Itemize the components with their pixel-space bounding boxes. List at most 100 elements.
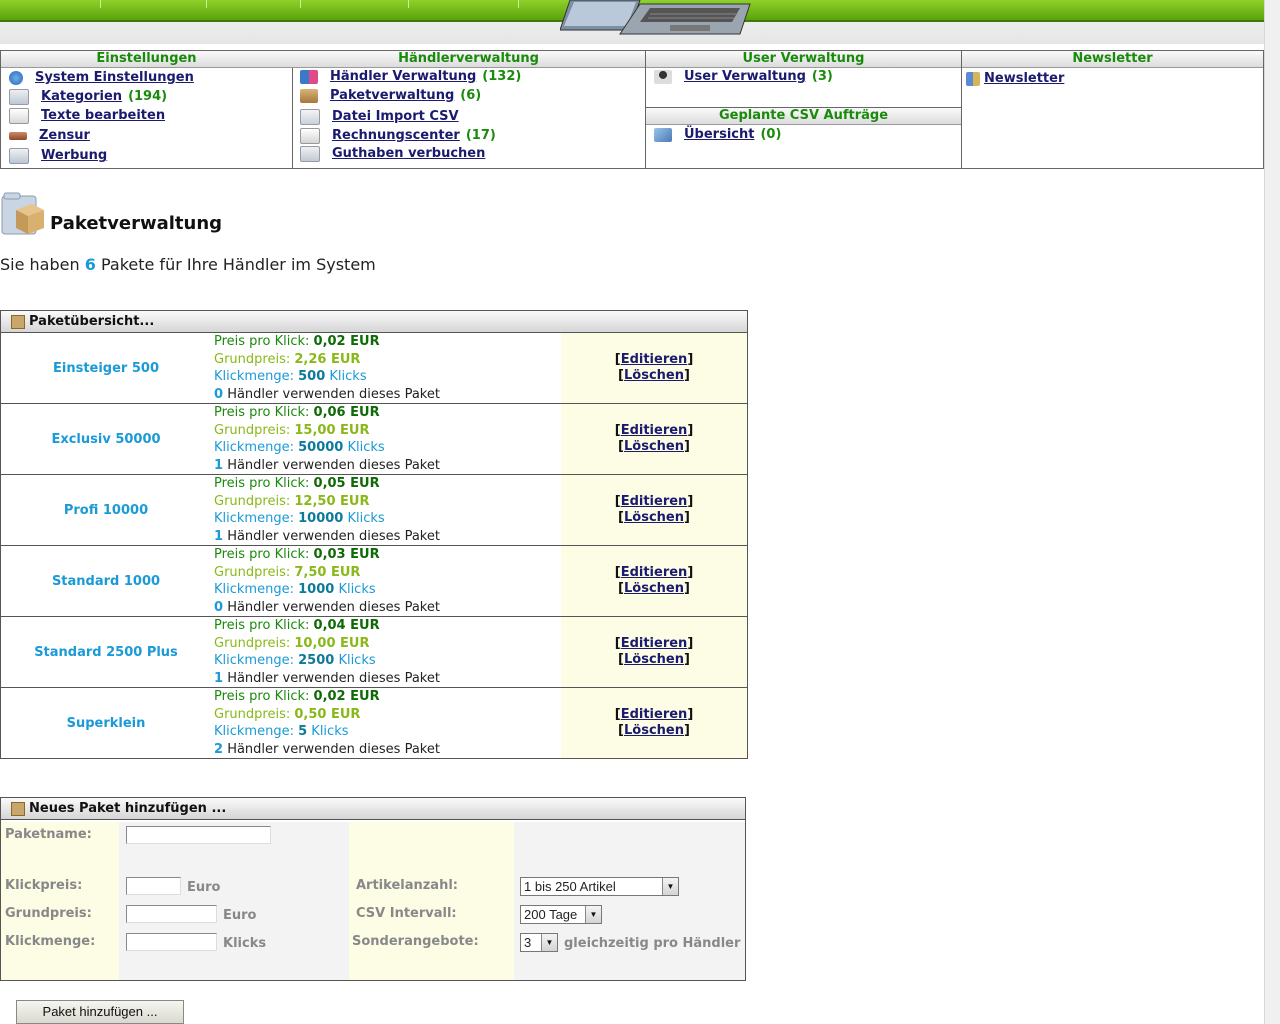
menu-item-zensur[interactable]: Zensur [9, 127, 90, 145]
price-per-click-line: Preis pro Klick: 0,03 EUR [214, 546, 440, 564]
uebersicht-link[interactable]: Übersicht [684, 126, 754, 144]
delete-link[interactable]: Löschen [624, 581, 684, 596]
package-details: Preis pro Klick: 0,03 EUR Grundpreis: 7,5… [214, 546, 440, 616]
rechnungscenter-link[interactable]: Rechnungscenter [332, 127, 460, 145]
artikelanzahl-value: 1 bis 250 Artikel [524, 879, 616, 894]
nav-tab-3[interactable] [206, 0, 301, 8]
package-actions: [Editieren] [Löschen] [561, 546, 747, 616]
grundpreis-label: Grundpreis: [5, 906, 92, 921]
menu-item-user-verwaltung[interactable]: User Verwaltung (3) [654, 68, 833, 86]
klickmenge-input[interactable] [126, 933, 217, 951]
price-per-click-line: Preis pro Klick: 0,02 EUR [214, 333, 440, 351]
csv-intervall-label: CSV Intervall: [356, 906, 457, 921]
dealer-usage-count: 1 [214, 457, 224, 473]
sonderangebote-label: Sonderangebote: [352, 934, 479, 949]
add-package-button[interactable]: Paket hinzufügen ... [16, 1000, 184, 1024]
package-details: Preis pro Klick: 0,05 EUR Grundpreis: 12,… [214, 475, 440, 545]
dealer-usage-text: Händler verwenden dieses Paket [227, 386, 440, 402]
page-heading: Paketverwaltung [0, 186, 222, 236]
menu-item-guthaben[interactable]: Guthaben verbuchen [300, 145, 485, 163]
delete-action: [Löschen] [618, 723, 690, 738]
form-label-col-1 [1, 822, 119, 980]
price-per-click-label: Preis pro Klick: [214, 689, 310, 704]
uebersicht-count: (0) [760, 127, 782, 142]
dealer-usage-text: Händler verwenden dieses Paket [227, 457, 440, 473]
click-amount-line: Klickmenge: 10000 Klicks [214, 510, 440, 528]
paketverwaltung-link[interactable]: Paketverwaltung [330, 87, 454, 105]
edit-action: [Editieren] [614, 707, 694, 722]
edit-link[interactable]: Editieren [621, 707, 688, 722]
edit-link[interactable]: Editieren [621, 636, 688, 651]
menu-item-newsletter[interactable]: Newsletter [966, 70, 1064, 88]
guthaben-verbuchen-link[interactable]: Guthaben verbuchen [332, 145, 485, 163]
edit-link[interactable]: Editieren [621, 352, 688, 367]
base-price-label: Grundpreis: [214, 564, 291, 580]
menu-item-werbung[interactable]: Werbung [9, 147, 107, 165]
klickpreis-input[interactable] [126, 877, 181, 895]
chevron-down-icon[interactable]: ▼ [585, 906, 601, 923]
kategorien-link[interactable]: Kategorien [41, 88, 122, 106]
csv-intervall-select[interactable]: 200 Tage ▼ [520, 905, 602, 924]
package-details: Preis pro Klick: 0,02 EUR Grundpreis: 2,2… [214, 333, 440, 403]
dealer-usage-count: 0 [214, 599, 224, 615]
menu-item-csv-import[interactable]: Datei Import CSV [300, 108, 459, 126]
vertical-scrollbar[interactable] [1264, 0, 1280, 1024]
nav-tab-4[interactable] [300, 0, 409, 8]
clicks-unit: Klicks [347, 440, 385, 455]
texte-bearbeiten-link[interactable]: Texte bearbeiten [41, 107, 165, 125]
price-per-click-line: Preis pro Klick: 0,02 EUR [214, 688, 440, 706]
package-actions: [Editieren] [Löschen] [561, 333, 747, 403]
zensur-link[interactable]: Zensur [39, 127, 90, 145]
edit-action: [Editieren] [614, 423, 694, 438]
package-details: Preis pro Klick: 0,02 EUR Grundpreis: 0,5… [214, 688, 440, 758]
datei-import-csv-link[interactable]: Datei Import CSV [332, 108, 459, 126]
dealer-usage-line: 0 Händler verwenden dieses Paket [214, 599, 440, 617]
package-overview-table: Paketübersicht... Einsteiger 500 Preis pr… [0, 310, 748, 759]
menu-item-texte[interactable]: Texte bearbeiten [9, 107, 165, 125]
menu-item-uebersicht[interactable]: Übersicht (0) [654, 126, 781, 144]
menu-einstellungen-title: Einstellungen [1, 51, 292, 68]
delete-link[interactable]: Löschen [624, 652, 684, 667]
grundpreis-input[interactable] [126, 905, 217, 923]
chevron-down-icon[interactable]: ▼ [662, 878, 678, 895]
nav-tab-2[interactable] [100, 0, 207, 8]
nav-tab-5[interactable] [408, 0, 519, 8]
system-einstellungen-link[interactable]: System Einstellungen [35, 69, 194, 87]
dealer-usage-line: 1 Händler verwenden dieses Paket [214, 670, 440, 688]
menu-item-system-einstellungen[interactable]: System Einstellungen [9, 69, 194, 87]
new-package-header: Neues Paket hinzufügen ... [1, 798, 745, 820]
delete-link[interactable]: Löschen [624, 723, 684, 738]
package-name: Standard 2500 Plus [34, 644, 178, 660]
schedule-icon [654, 128, 672, 142]
dealer-usage-count: 1 [214, 670, 224, 686]
credit-icon [300, 146, 320, 162]
sonderangebote-select[interactable]: 3 ▼ [520, 933, 558, 952]
edit-link[interactable]: Editieren [621, 494, 688, 509]
click-amount-value: 5 [298, 724, 308, 739]
artikelanzahl-select[interactable]: 1 bis 250 Artikel ▼ [520, 877, 679, 896]
delete-link[interactable]: Löschen [624, 439, 684, 454]
laptop-logo-icon [560, 0, 751, 35]
haendler-verwaltung-link[interactable]: Händler Verwaltung [330, 68, 476, 86]
menu-item-rechnungscenter[interactable]: Rechnungscenter (17) [300, 127, 496, 145]
delete-link[interactable]: Löschen [624, 510, 684, 525]
nav-tab-1[interactable] [0, 0, 101, 8]
edit-link[interactable]: Editieren [621, 423, 688, 438]
chevron-down-icon[interactable]: ▼ [541, 934, 557, 951]
werbung-link[interactable]: Werbung [41, 147, 107, 165]
klickpreis-label: Klickpreis: [5, 878, 83, 893]
menu-item-kategorien[interactable]: Kategorien (194) [9, 88, 167, 106]
newsletter-link[interactable]: Newsletter [984, 70, 1064, 88]
menu-item-paketverwaltung[interactable]: Paketverwaltung (6) [300, 87, 481, 105]
edit-text-icon [9, 108, 29, 124]
click-amount-line: Klickmenge: 2500 Klicks [214, 652, 440, 670]
user-verwaltung-link[interactable]: User Verwaltung [684, 68, 806, 86]
base-price-value: 10,00 EUR [294, 635, 370, 651]
delete-link[interactable]: Löschen [624, 368, 684, 383]
edit-link[interactable]: Editieren [621, 565, 688, 580]
form-input-col-2 [514, 822, 745, 980]
menu-user-title: User Verwaltung [646, 51, 961, 68]
paketname-input[interactable] [126, 826, 271, 844]
menu-item-haendler-verwaltung[interactable]: Händler Verwaltung (132) [300, 68, 521, 86]
delete-action: [Löschen] [618, 652, 690, 667]
